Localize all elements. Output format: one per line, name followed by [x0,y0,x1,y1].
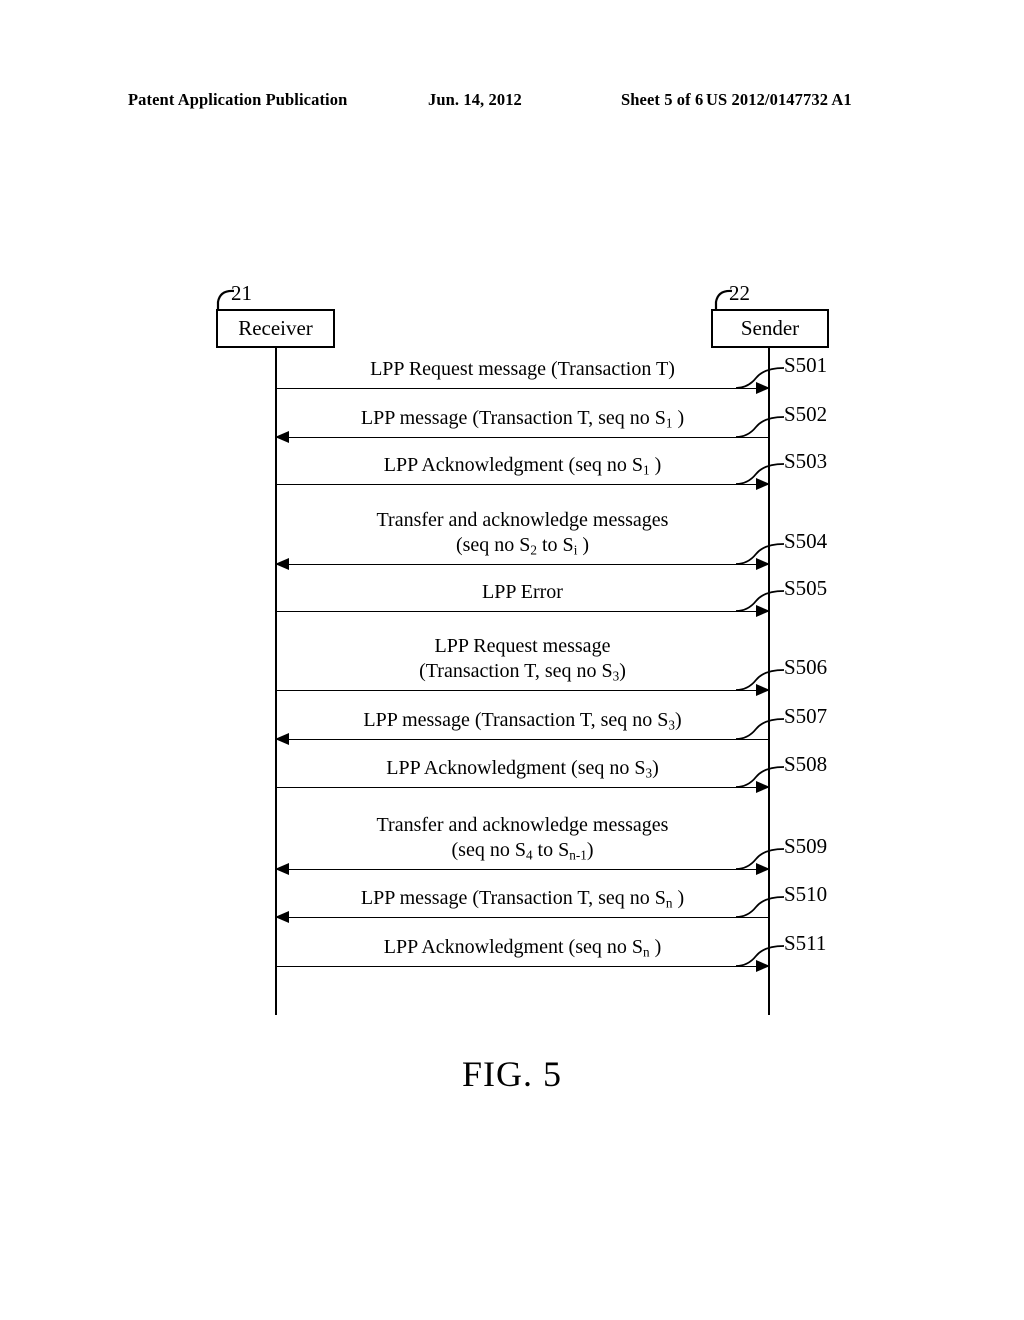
leader-line-s506-icon [735,669,785,691]
message-label-s509: Transfer and acknowledge messages (seq no… [376,813,669,863]
message-label-s505: LPP Error [482,581,563,604]
message-label-s511: LPP Acknowledgment (seq no Sn ) [383,936,662,960]
message-line [276,484,769,485]
entity-box-sender: Sender [711,309,829,348]
message-line [276,869,769,870]
leader-line-s503-icon [735,463,785,485]
entity-label-sender: Sender [740,316,800,340]
step-label-s510: S510 [784,882,828,906]
message-label-s501: LPP Request message (Transaction T) [370,358,675,381]
message-line [276,966,769,967]
message-line [276,611,769,612]
step-label-s506: S506 [784,655,828,679]
leader-line-s509-icon [735,848,785,870]
leader-line-s502-icon [735,416,785,438]
message-line [276,739,769,740]
arrowhead-left-icon [275,910,289,923]
leader-line-s505-icon [735,590,785,612]
leader-line-s501-icon [735,367,785,389]
message-line [276,917,769,918]
entity-box-receiver: Receiver [216,309,335,348]
step-label-s509: S509 [784,834,828,858]
message-label-s510: LPP message (Transaction T, seq no Sn ) [360,887,685,911]
leader-line-s504-icon [735,543,785,565]
step-label-s511: S511 [784,931,827,955]
sequence-diagram: 21 22 Receiver Sender LPP Request messag… [0,0,1024,1320]
message-label-s507: LPP message (Transaction T, seq no S3) [363,709,682,733]
message-line [276,690,769,691]
message-label-s508: LPP Acknowledgment (seq no S3) [386,757,659,781]
step-label-s503: S503 [784,449,828,473]
message-label-s502: LPP message (Transaction T, seq no S1 ) [360,407,685,431]
step-label-s508: S508 [784,752,828,776]
leader-line-s508-icon [735,766,785,788]
message-line [276,388,769,389]
figure-caption: FIG. 5 [461,1054,562,1094]
message-label-s504: Transfer and acknowledge messages (seq no… [376,508,669,558]
arrowhead-left-icon [275,557,289,570]
arrowhead-left-icon [275,862,289,875]
arrowhead-left-icon [275,732,289,745]
message-label-s506: LPP Request message (Transaction T, seq n… [419,634,626,684]
arrowhead-left-icon [275,430,289,443]
step-label-s504: S504 [784,529,828,553]
leader-line-s507-icon [735,718,785,740]
message-line [276,564,769,565]
message-line [276,437,769,438]
step-label-s507: S507 [784,704,828,728]
message-line [276,787,769,788]
message-label-s503: LPP Acknowledgment (seq no S1 ) [383,454,662,478]
step-label-s502: S502 [784,402,828,426]
leader-line-s510-icon [735,896,785,918]
step-label-s505: S505 [784,576,828,600]
entity-label-receiver: Receiver [238,316,313,340]
step-label-s501: S501 [784,353,828,377]
leader-line-s511-icon [735,945,785,967]
